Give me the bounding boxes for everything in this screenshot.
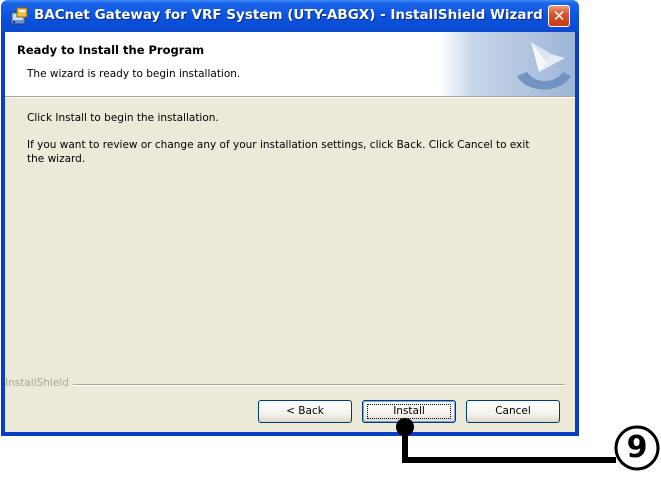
- cancel-button-label: Cancel: [495, 405, 531, 417]
- focus-ring: [367, 404, 451, 419]
- banner-divider-highlight: [5, 97, 575, 98]
- page-subtitle: The wizard is ready to begin installatio…: [27, 68, 241, 80]
- installshield-brand-label: InstallShield: [5, 377, 73, 389]
- page-title: Ready to Install the Program: [17, 43, 205, 57]
- installshield-logo-graphic: [439, 32, 575, 96]
- footer-divider-highlight: [5, 385, 565, 386]
- back-button-label: < Back: [286, 405, 324, 417]
- review-settings-text: If you want to review or change any of y…: [27, 139, 530, 165]
- cancel-button[interactable]: Cancel: [466, 400, 560, 423]
- back-button[interactable]: < Back: [258, 400, 352, 423]
- title-bar[interactable]: BACnet Gateway for VRF System (UTY-ABGX)…: [1, 0, 579, 32]
- close-icon: ✕: [552, 7, 566, 25]
- window-title: BACnet Gateway for VRF System (UTY-ABGX)…: [34, 7, 543, 23]
- header-banner: Ready to Install the Program The wizard …: [5, 32, 575, 96]
- instruction-text: Click Install to begin the installation.: [27, 112, 219, 124]
- installer-app-icon: [10, 7, 28, 25]
- screenshot-stage: BACnet Gateway for VRF System (UTY-ABGX)…: [0, 0, 661, 486]
- dialog-client-area: Ready to Install the Program The wizard …: [5, 32, 575, 432]
- installshield-window: BACnet Gateway for VRF System (UTY-ABGX)…: [1, 0, 579, 436]
- callout-number-badge: 9: [626, 430, 648, 465]
- close-window-button[interactable]: ✕: [548, 5, 570, 27]
- install-button[interactable]: Install: [362, 400, 456, 423]
